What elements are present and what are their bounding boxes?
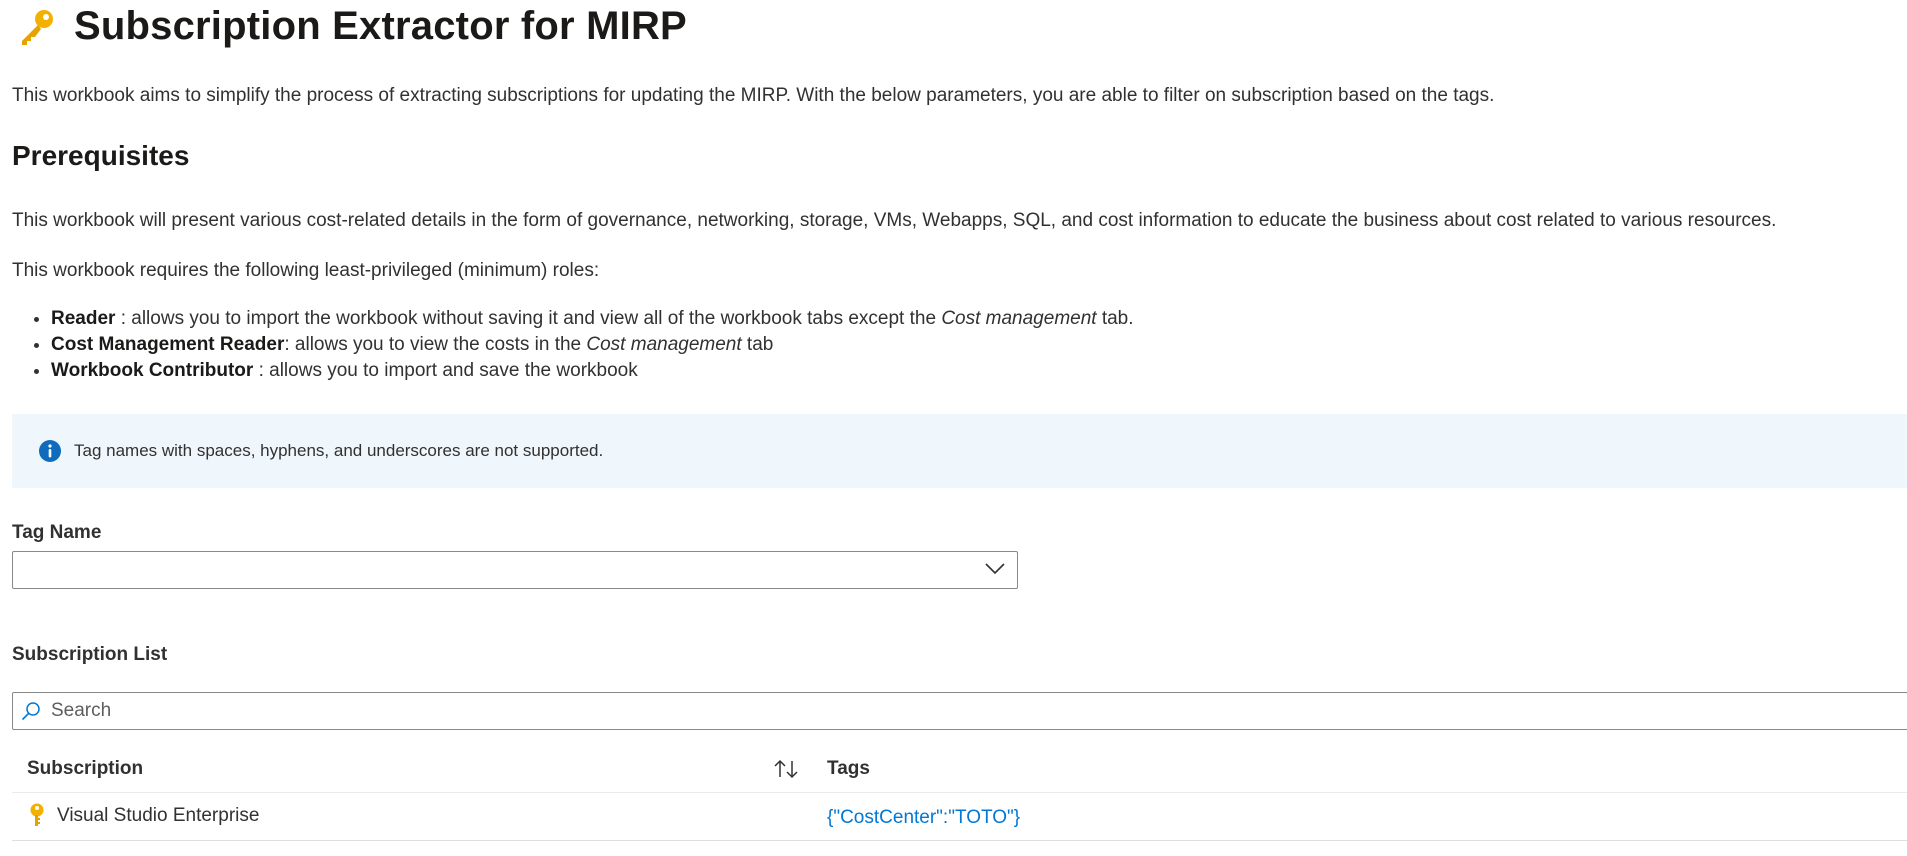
search-input[interactable] [49, 695, 1907, 727]
role-emphasis: Cost management [586, 334, 742, 355]
column-header-subscription[interactable]: Subscription [27, 758, 143, 780]
role-description-end: tab. [1096, 308, 1134, 329]
search-box [12, 692, 1907, 730]
column-header-tags[interactable]: Tags [827, 758, 870, 780]
role-emphasis: Cost management [941, 308, 1097, 329]
role-description: allows you to import the workbook withou… [131, 308, 942, 329]
info-banner: Tag names with spaces, hyphens, and unde… [12, 414, 1907, 488]
tag-name-label: Tag Name [12, 522, 102, 543]
table-header: Subscription Tags [12, 748, 1907, 793]
role-description: allows you to import and save the workbo… [269, 360, 638, 381]
role-item-workbook-contributor: Workbook Contributor : allows you to imp… [51, 358, 1134, 384]
role-separator: : [253, 360, 270, 381]
tag-name-dropdown[interactable] [12, 551, 1018, 589]
sort-icon[interactable] [772, 758, 800, 780]
role-name: Cost Management Reader [51, 334, 285, 355]
intro-text: This workbook aims to simplify the proce… [12, 85, 1495, 106]
prerequisites-paragraph-1: This workbook will present various cost-… [12, 210, 1777, 231]
subscription-table: Subscription Tags Visual Studio Enterpri… [12, 748, 1907, 841]
role-separator: : [115, 308, 132, 329]
role-separator: : [284, 334, 295, 355]
roles-list: Reader : allows you to import the workbo… [12, 306, 1134, 384]
subscription-list-label: Subscription List [12, 644, 168, 665]
role-item-cost-management-reader: Cost Management Reader: allows you to vi… [51, 332, 1134, 358]
info-banner-text: Tag names with spaces, hyphens, and unde… [74, 441, 604, 460]
subscription-name: Visual Studio Enterprise [57, 805, 260, 826]
info-icon [39, 440, 61, 462]
page-title: Subscription Extractor for MIRP [74, 4, 687, 48]
tags-link[interactable]: {"CostCenter":"TOTO"} [827, 807, 1020, 829]
role-name: Workbook Contributor [51, 360, 254, 381]
prerequisites-heading: Prerequisites [12, 140, 190, 171]
role-description-end: tab [741, 334, 774, 355]
key-icon [30, 803, 44, 826]
role-item-reader: Reader : allows you to import the workbo… [51, 306, 1134, 332]
title-row: Subscription Extractor for MIRP [16, 4, 687, 49]
table-row[interactable]: Visual Studio Enterprise {"CostCenter":"… [12, 793, 1907, 841]
role-name: Reader [51, 308, 116, 329]
key-icon [22, 9, 53, 45]
search-icon [21, 702, 40, 721]
role-description: allows you to view the costs in the [294, 334, 587, 355]
prerequisites-paragraph-2: This workbook requires the following lea… [12, 260, 600, 281]
chevron-down-icon [985, 563, 1005, 575]
